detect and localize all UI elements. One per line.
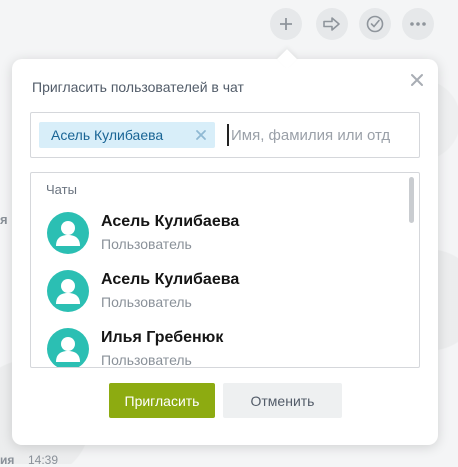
popup-title: Пригласить пользователей в чат [32,79,244,95]
list-item[interactable]: Илья Гребенюк Пользователь [31,320,401,368]
background-text-fragment: я [0,212,8,227]
user-role: Пользователь [101,236,192,252]
list-item[interactable]: Асель Кулибаева Пользователь [31,262,401,320]
background-author-fragment: ия [0,453,15,467]
user-list[interactable]: Чаты Асель Кулибаева Пользователь Асель … [30,172,420,368]
close-icon[interactable] [410,73,424,87]
chip-label: Асель Кулибаева [51,127,164,143]
user-silhouette-icon [56,337,80,362]
avatar [47,212,89,254]
forward-button[interactable] [316,8,348,40]
invite-button[interactable]: Пригласить [109,383,215,418]
cancel-button[interactable]: Отменить [223,383,342,418]
chat-header-toolbar [0,0,458,48]
user-silhouette-icon [56,221,80,246]
check-circle-icon [366,15,384,33]
message-time: 14:39 [28,453,59,467]
chip-remove-icon[interactable] [195,129,207,141]
user-name: Илья Гребенюк [101,329,224,346]
list-section-header: Чаты [46,182,77,197]
plus-icon [280,18,292,30]
user-role: Пользователь [101,294,192,310]
list-scrollbar[interactable] [409,177,414,223]
forward-arrow-icon [323,17,340,31]
add-user-button[interactable] [270,8,302,40]
invite-users-popup: Пригласить пользователей в чат Асель Кул… [12,49,438,445]
more-dots-icon [410,22,426,26]
user-role: Пользователь [101,352,192,368]
avatar [47,328,89,367]
avatar [47,270,89,312]
user-silhouette-icon [56,279,80,304]
search-input[interactable] [227,124,415,146]
list-item[interactable]: Асель Кулибаева Пользователь [31,204,401,262]
user-name: Асель Кулибаева [101,271,240,288]
more-button[interactable] [402,8,434,40]
invite-users-field[interactable]: Асель Кулибаева [30,112,420,158]
user-name: Асель Кулибаева [101,213,240,230]
selected-user-chip[interactable]: Асель Кулибаева [39,122,215,148]
tasks-button[interactable] [359,8,391,40]
